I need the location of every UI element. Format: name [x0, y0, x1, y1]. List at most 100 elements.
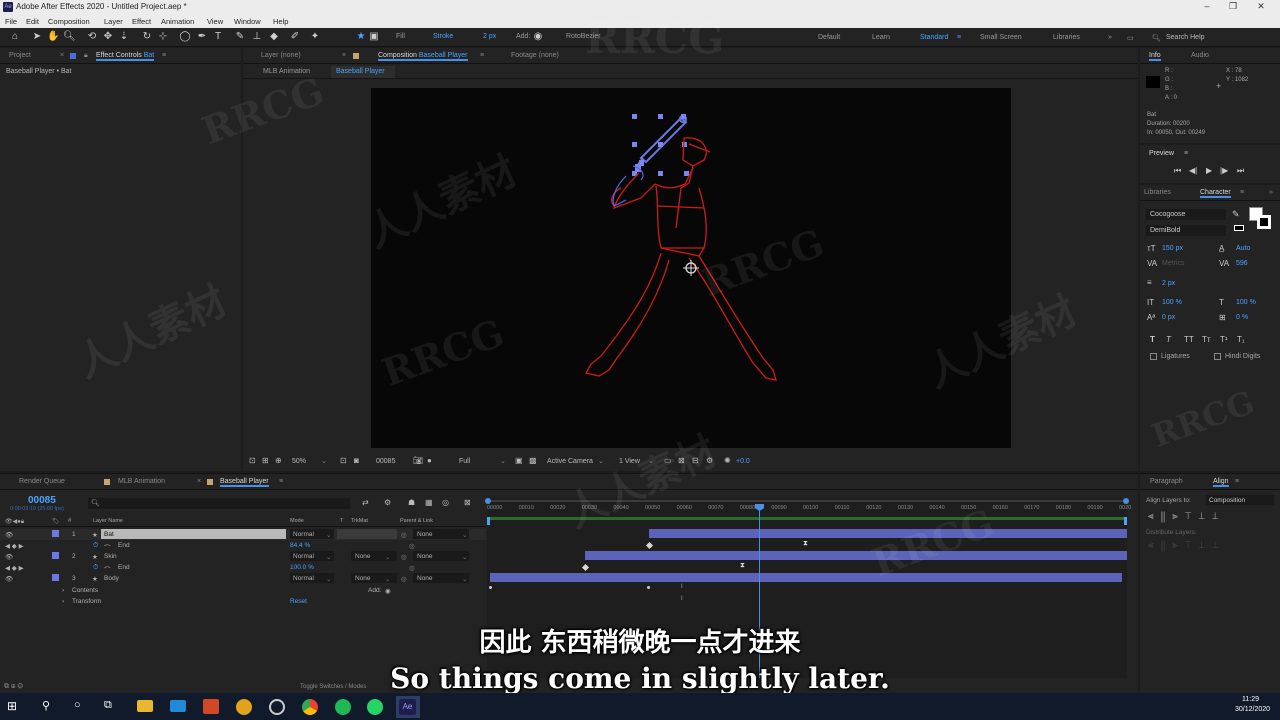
ellipse-tool-icon[interactable]: ◯ [179, 31, 191, 43]
pickwhip-icon[interactable]: ◎ [401, 531, 407, 539]
mode-select[interactable]: Normal [293, 575, 314, 582]
property-value[interactable]: 100.0 % [290, 564, 314, 571]
roto-brush-icon[interactable]: ✐ [289, 31, 301, 43]
prev-frame-icon[interactable]: ◀| [1189, 166, 1197, 175]
workspace-default[interactable]: Default [818, 34, 840, 41]
leading-value[interactable]: Auto [1236, 245, 1250, 252]
subscript-icon[interactable]: T₁ [1237, 335, 1245, 344]
superscript-icon[interactable]: T¹ [1220, 335, 1228, 344]
menu-window[interactable]: Window [234, 17, 261, 26]
preview-menu-icon[interactable]: ≡ [1184, 150, 1188, 157]
tsume-value[interactable]: 0 % [1236, 314, 1248, 321]
office-icon[interactable] [203, 699, 219, 714]
selection-tool-icon[interactable]: ➤ [31, 31, 43, 43]
orbit-camera-icon[interactable]: ⟲ [86, 31, 98, 43]
menu-effect[interactable]: Effect [132, 17, 151, 26]
menu-animation[interactable]: Animation [161, 17, 194, 26]
search-help-input[interactable]: Search Help [1166, 34, 1205, 41]
parent-select[interactable]: None [417, 553, 433, 560]
preview-view-icon[interactable]: ⊞ [262, 456, 269, 465]
keyframe-bat-1[interactable] [645, 541, 654, 550]
menu-view[interactable]: View [207, 17, 223, 26]
mask-visibility-icon[interactable]: ◙ [354, 456, 359, 465]
lock-icon[interactable]: 🔒︎ [84, 52, 88, 60]
expand-icon[interactable]: » [1269, 189, 1273, 196]
search-icon[interactable]: 🔍︎ [1152, 34, 1161, 42]
menu-help[interactable]: Help [273, 17, 288, 26]
workspace-libraries[interactable]: Libraries [1053, 34, 1080, 41]
expand-arrow-icon[interactable]: › [62, 598, 64, 605]
layer-name[interactable]: Bat [104, 531, 114, 538]
menu-composition[interactable]: Composition [48, 17, 90, 26]
property-value[interactable]: 84.4 % [290, 542, 310, 549]
eyedropper-icon[interactable]: ✎ [1232, 209, 1240, 220]
vr-icon[interactable]: ⊕ [275, 456, 282, 465]
draft-3d-icon[interactable]: ⚙ [384, 498, 391, 507]
eraser-tool-icon[interactable]: ◆ [268, 31, 280, 43]
panel-menu-icon[interactable]: ≡ [162, 52, 166, 59]
stopwatch-icon[interactable]: ⏱ [93, 564, 98, 572]
timeline-icon[interactable]: ⊟ [692, 456, 699, 465]
parent-select[interactable]: None [417, 575, 433, 582]
layer-bar-skin[interactable] [585, 551, 1127, 560]
whatsapp-icon[interactable] [367, 699, 383, 715]
property-row-skin-end[interactable]: ◀ ◆ ▶ ⏱ ⌒ End 100.0 % ◎ [0, 562, 486, 574]
spotify-icon[interactable] [335, 699, 351, 715]
tab-render-queue[interactable]: Render Queue [19, 478, 65, 485]
file-explorer-icon[interactable] [137, 700, 153, 712]
font-size-value[interactable]: 150 px [1162, 245, 1183, 252]
dolly-camera-icon[interactable]: ⇣ [118, 31, 130, 43]
workspace-menu-icon[interactable]: ≡ [957, 34, 961, 41]
current-time-display[interactable]: 00085 [376, 458, 395, 465]
current-frame-display[interactable]: 00085 [28, 495, 56, 506]
mail-icon[interactable] [170, 700, 186, 712]
menu-edit[interactable]: Edit [26, 17, 39, 26]
always-preview-icon[interactable]: ⊡ [249, 456, 256, 465]
pickwhip-icon[interactable]: ◎ [401, 575, 407, 583]
chrome-icon[interactable] [302, 699, 318, 715]
tab-project[interactable]: Project [9, 52, 31, 59]
tab-footage[interactable]: Footage (none) [511, 52, 559, 59]
expand-arrow-icon[interactable]: › [62, 587, 64, 594]
exposure-value[interactable]: +0.0 [736, 458, 750, 465]
camera-select[interactable]: Active Camera [547, 458, 593, 465]
layer-name[interactable]: Body [104, 575, 119, 582]
comp-menu-icon[interactable]: ≡ [480, 52, 484, 59]
layer-row-body[interactable]: 👁︎ 3 ★ Body Normal ⌄ None ⌄ ◎ None ⌄ [0, 573, 486, 584]
snapping-icon[interactable]: ▣ [368, 31, 380, 43]
parent-link-column[interactable]: Parent & Link [400, 518, 433, 524]
after-effects-taskbar-icon[interactable]: Ae [399, 699, 416, 715]
anchor-tool-icon[interactable]: ⊹ [157, 31, 169, 43]
faux-italic-icon[interactable]: T [1166, 335, 1171, 344]
mode-select[interactable]: Normal [293, 553, 314, 560]
transform-row[interactable]: › Transform Reset [0, 596, 486, 607]
close-icon[interactable]: ✕ [1254, 1, 1268, 12]
time-ruler[interactable]: 00000 00010 00020 00030 00040 00050 00060 00070… [487, 504, 1131, 516]
channel-icon[interactable]: ● [427, 456, 432, 465]
layer-name[interactable]: Skin [104, 553, 117, 560]
mode-select[interactable]: Normal [293, 531, 314, 538]
tab-baseball-player[interactable]: Baseball Player [220, 478, 269, 487]
stroke-color-swatch[interactable] [1257, 215, 1271, 229]
vertical-scale-value[interactable]: 100 % [1162, 299, 1182, 306]
trkmat-select[interactable]: None [355, 575, 371, 582]
menu-file[interactable]: File [5, 17, 17, 26]
visibility-icon[interactable]: 👁︎ [5, 531, 13, 539]
work-area-start-handle[interactable] [487, 517, 490, 525]
tab-effect-controls[interactable]: Effect Controls Bat [96, 52, 155, 61]
keyframe-bat-2[interactable]: ⧗ [803, 540, 808, 548]
trkmat-column[interactable]: TrkMat [351, 518, 368, 524]
layer-name-column[interactable]: Layer Name [93, 518, 123, 524]
tab-mlb-animation[interactable]: MLB Animation [118, 478, 165, 485]
keyframe-nav-icon[interactable]: ◀ ◆ ▶ [5, 542, 24, 550]
flow-item-mlb-animation[interactable]: MLB Animation [263, 68, 310, 75]
baseline-shift-value[interactable]: 0 px [1162, 314, 1175, 321]
work-area-bar[interactable] [487, 517, 1127, 520]
property-row-bat-end[interactable]: ◀ ◆ ▶ ⏱ ⌒ End 84.4 % ◎ [0, 540, 486, 552]
label-color-swatch[interactable] [52, 574, 59, 581]
composition-viewer[interactable] [371, 88, 1011, 448]
pan-camera-icon[interactable]: ✥ [102, 31, 114, 43]
tracking-value[interactable]: 596 [1236, 260, 1248, 267]
hindi-digits-checkbox[interactable] [1214, 353, 1221, 360]
cortana-icon[interactable]: ○ [74, 699, 81, 711]
